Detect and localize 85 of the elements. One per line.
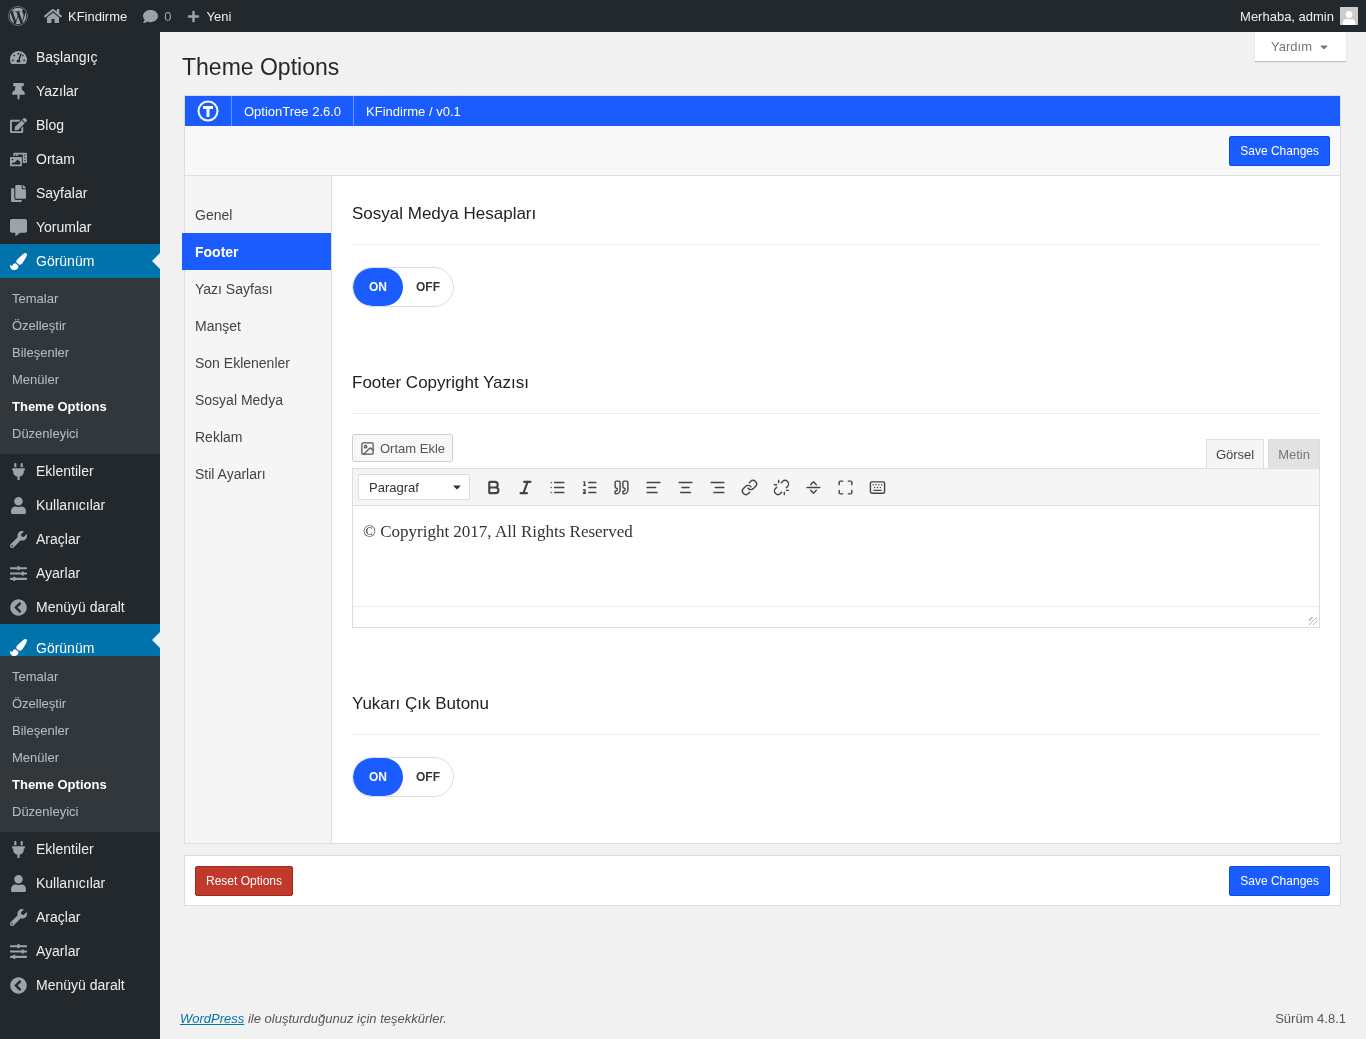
sliders-icon <box>10 942 27 960</box>
avatar-icon <box>1340 7 1358 25</box>
add-media-button[interactable]: Ortam Ekle <box>352 434 453 462</box>
logo-icon <box>197 100 219 122</box>
menu-item[interactable]: Eklentiler <box>0 454 160 488</box>
dashboard-icon <box>10 48 27 66</box>
help-button[interactable]: Yardım <box>1255 32 1346 61</box>
wrench-icon <box>10 908 27 926</box>
submenu-item[interactable]: Menüler <box>0 366 160 393</box>
brush-icon <box>10 639 27 656</box>
options-tab[interactable]: Yazı Sayfası <box>185 270 331 307</box>
options-tab[interactable]: Footer <box>182 233 331 270</box>
submenu-item[interactable]: Temalar <box>0 285 160 312</box>
options-tab[interactable]: Reklam <box>185 418 331 455</box>
submenu-item[interactable]: Menüler <box>0 744 160 771</box>
setting-title: Footer Copyright Yazısı <box>352 373 1320 414</box>
reset-button[interactable]: Reset Options <box>195 865 294 896</box>
user-icon <box>10 496 27 514</box>
comment-icon <box>10 218 27 236</box>
menu-item[interactable]: Ayarlar <box>0 556 160 590</box>
editor-text[interactable]: © Copyright 2017, All Rights Reserved <box>353 506 1319 606</box>
menu-item[interactable]: Başlangıç <box>0 40 160 74</box>
menu-item[interactable]: Eklentiler <box>0 832 160 866</box>
submenu-item[interactable]: Bileşenler <box>0 717 160 744</box>
editor-tab[interactable]: Görsel <box>1205 439 1265 468</box>
options-tab[interactable]: Manşet <box>185 307 331 344</box>
options-tab[interactable]: Sosyal Medya <box>185 381 331 418</box>
menu-item[interactable]: Kullanıcılar <box>0 488 160 522</box>
options-tab[interactable]: Son Eklenenler <box>185 344 331 381</box>
format-dropdown[interactable]: Paragraf <box>358 474 470 500</box>
media-icon <box>360 440 375 456</box>
pages-icon <box>10 184 27 202</box>
footer-text: WordPress ile oluşturduğunuz için teşekkürler. <box>180 1010 447 1026</box>
plus-icon <box>187 9 201 23</box>
save-button[interactable]: Save Changes <box>1229 135 1330 166</box>
wordpress-link[interactable]: WordPress <box>180 1010 245 1026</box>
menu-item[interactable]: Görünüm <box>0 624 160 656</box>
wordpress-logo-icon[interactable] <box>8 6 28 26</box>
sliders-icon <box>10 564 27 582</box>
plug-icon <box>10 462 27 480</box>
comments-link[interactable]: 0 <box>143 8 172 24</box>
submenu-item[interactable]: Temalar <box>0 663 160 690</box>
version-text: Sürüm 4.8.1 <box>1275 1010 1346 1026</box>
collapse-icon <box>10 598 27 616</box>
menu-item[interactable]: Sayfalar <box>0 176 160 210</box>
new-link[interactable]: Yeni <box>187 8 232 24</box>
menu-item[interactable]: Menüyü daralt <box>0 590 160 624</box>
menu-item[interactable]: Blog <box>0 108 160 142</box>
menu-item[interactable]: Araçlar <box>0 900 160 934</box>
wrench-icon <box>10 530 27 548</box>
menu-item[interactable]: Menüyü daralt <box>0 968 160 1002</box>
resize-handle[interactable] <box>1309 617 1317 625</box>
menu-item[interactable]: Araçlar <box>0 522 160 556</box>
submenu-item[interactable]: Düzenleyici <box>0 798 160 825</box>
theme-label: KFindirme / v0.1 <box>365 102 462 121</box>
submenu-item[interactable]: Bileşenler <box>0 339 160 366</box>
submenu-item[interactable]: Theme Options <box>0 771 160 798</box>
editor-tab[interactable]: Metin <box>1268 439 1320 468</box>
edit-icon <box>10 116 27 134</box>
comment-icon <box>143 8 159 24</box>
media-icon <box>10 150 27 168</box>
pin-icon <box>10 82 27 100</box>
menu-item[interactable]: Görünüm <box>0 244 160 278</box>
submenu-item[interactable]: Düzenleyici <box>0 420 160 447</box>
options-tab[interactable]: Stil Ayarları <box>185 455 331 492</box>
menu-item[interactable]: Yazılar <box>0 74 160 108</box>
menu-item[interactable]: Kullanıcılar <box>0 866 160 900</box>
submenu-item[interactable]: Özelleştir <box>0 312 160 339</box>
submenu-item[interactable]: Özelleştir <box>0 690 160 717</box>
user-icon <box>10 874 27 892</box>
submenu-item[interactable]: Theme Options <box>0 393 160 420</box>
setting-title: Yukarı Çık Butonu <box>352 694 1320 735</box>
page-title: Theme Options <box>182 54 341 81</box>
menu-item[interactable]: Yorumlar <box>0 210 160 244</box>
home-icon <box>44 7 62 25</box>
menu-item[interactable]: Ortam <box>0 142 160 176</box>
account-link[interactable]: Merhaba, admin <box>1240 7 1358 25</box>
setting-title: Sosyal Medya Hesapları <box>352 204 1320 245</box>
options-tab[interactable]: Genel <box>185 196 331 233</box>
menu-item[interactable]: Ayarlar <box>0 934 160 968</box>
collapse-icon <box>10 976 27 994</box>
site-link[interactable]: KFindirme <box>44 7 128 25</box>
brush-icon <box>10 252 27 270</box>
plug-icon <box>10 840 27 858</box>
save-button[interactable]: Save Changes <box>1229 865 1330 896</box>
